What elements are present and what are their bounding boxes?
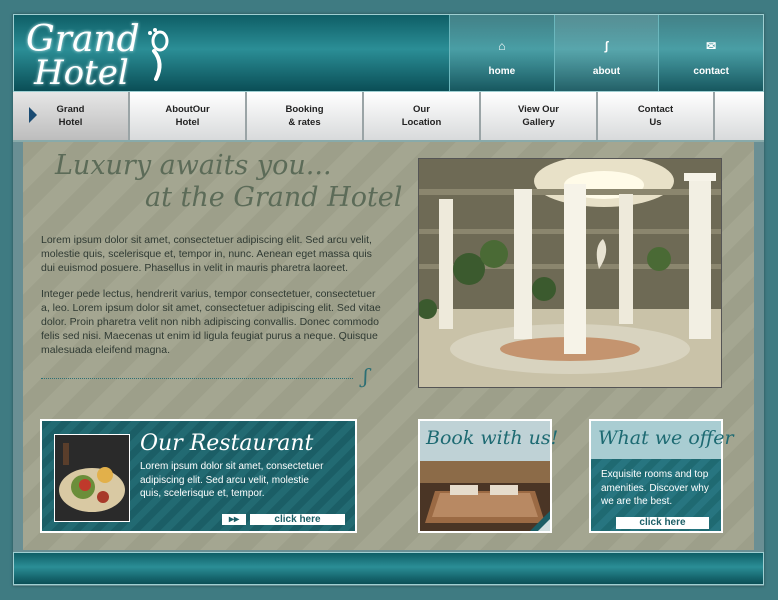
footprint-divider-icon: ʃ <box>363 364 369 388</box>
top-nav-contact-label: contact <box>693 66 729 77</box>
booking-title: Book with us! <box>426 427 559 449</box>
arrow-right-icon[interactable]: ▸▸ <box>222 514 246 525</box>
bedroom-image <box>420 461 550 531</box>
offer-click-here-button[interactable]: click here <box>616 517 709 529</box>
top-nav-about[interactable]: ʃ about <box>553 15 659 91</box>
menu-item-line2: Us <box>649 117 662 128</box>
menu-item-line1: AboutOur <box>165 104 210 115</box>
main-menu: Grand Hotel AboutOur Hotel Booking & rat… <box>13 92 764 142</box>
restaurant-title: Our Restaurant <box>140 431 314 456</box>
booking-box[interactable]: Book with us! <box>418 419 558 533</box>
menu-item-line2: Hotel <box>175 117 200 128</box>
offer-title: What we offer <box>598 427 734 449</box>
menu-item-line1: Our <box>413 104 430 115</box>
menu-item-grand-hotel[interactable]: Grand Hotel <box>13 92 130 140</box>
menu-item-line2: & rates <box>288 117 321 128</box>
hotel-logo[interactable]: Grand Hotel <box>24 19 174 93</box>
top-nav: ⌂ home ʃ about ✉ contact <box>449 15 764 91</box>
top-nav-home-label: home <box>488 66 516 77</box>
site-footer <box>13 552 764 585</box>
menu-item-line2: Location <box>401 117 442 128</box>
active-arrow-icon <box>29 107 37 123</box>
headline-line-2: at the Grand Hotel <box>145 182 403 213</box>
menu-item-gallery[interactable]: View Our Gallery <box>481 92 598 140</box>
top-nav-contact[interactable]: ✉ contact <box>658 15 764 91</box>
intro-paragraph-2: Integer pede lectus, hendrerit varius, t… <box>41 288 381 356</box>
restaurant-click-here-button[interactable]: click here <box>250 514 345 525</box>
restaurant-text: Lorem ipsum dolor sit amet, consectetuer… <box>140 461 324 499</box>
footprint-logo-icon <box>148 28 169 81</box>
intro-paragraph-1: Lorem ipsum dolor sit amet, consectetuer… <box>41 234 372 274</box>
food-image <box>55 435 129 521</box>
headline-line-1: Luxury awaits you... <box>55 150 332 181</box>
menu-item-contact[interactable]: Contact Us <box>598 92 715 140</box>
top-nav-home[interactable]: ⌂ home <box>449 15 554 91</box>
logo-line-2: Hotel <box>34 53 129 93</box>
offer-text: Exquisite rooms and top amenities. Disco… <box>601 469 709 507</box>
menu-item-booking[interactable]: Booking & rates <box>247 92 364 140</box>
offer-box: What we offer Exquisite rooms and top am… <box>589 419 734 533</box>
envelope-icon: ✉ <box>706 39 717 53</box>
bed-image <box>420 461 550 531</box>
hotel-lobby-photo <box>418 158 722 388</box>
menu-item-line1: View Our <box>517 104 559 115</box>
menu-item-location[interactable]: Our Location <box>364 92 481 140</box>
menu-item-line2: Gallery <box>522 117 555 128</box>
footprint-icon: ʃ <box>604 39 609 53</box>
restaurant-box: Our Restaurant Lorem ipsum dolor sit ame… <box>40 419 357 533</box>
lobby-image <box>419 159 721 387</box>
restaurant-food-image <box>54 434 130 522</box>
menu-item-about[interactable]: AboutOur Hotel <box>130 92 247 140</box>
top-nav-about-label: about <box>592 66 621 77</box>
home-icon: ⌂ <box>498 39 506 53</box>
dotted-divider <box>41 378 353 379</box>
menu-item-line1: Contact <box>637 104 674 115</box>
menu-item-line1: Booking <box>285 104 324 115</box>
site-header: Grand Hotel ⌂ home ʃ about ✉ contact <box>13 14 764 93</box>
